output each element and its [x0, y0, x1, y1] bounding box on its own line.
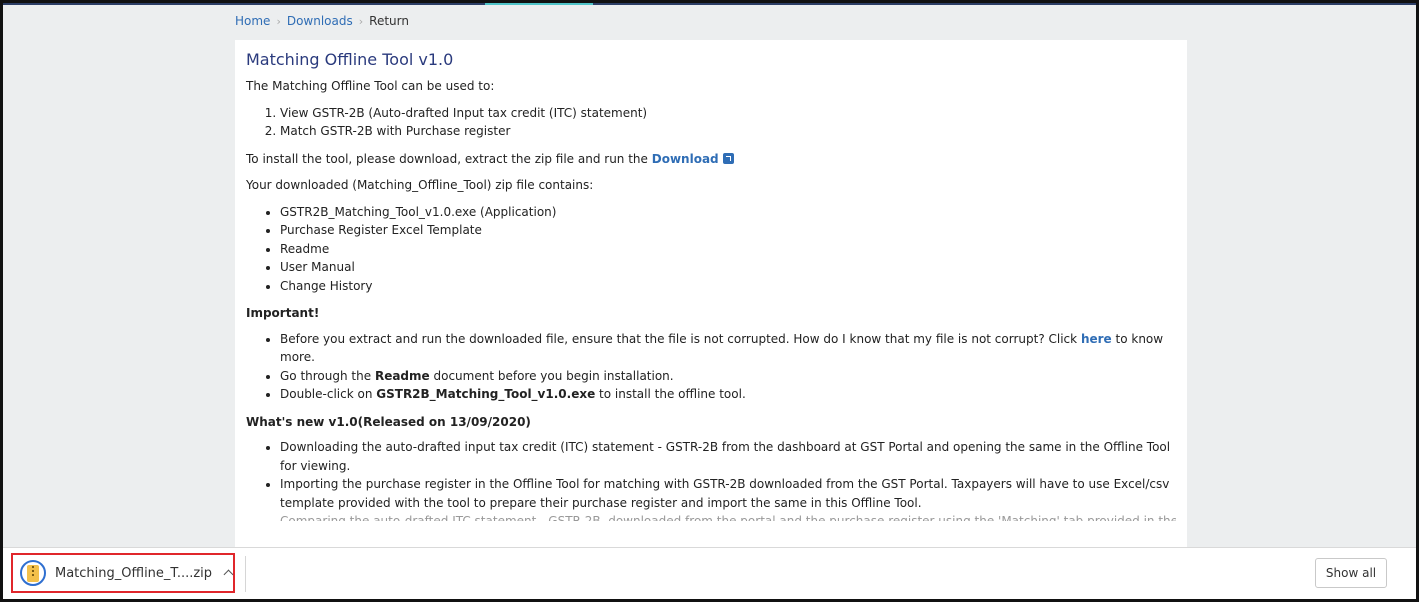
important-item-text: to install the offline tool.: [599, 387, 746, 401]
page-title: Matching Offline Tool v1.0: [246, 50, 454, 69]
here-link[interactable]: here: [1081, 332, 1112, 346]
header-strip: [3, 3, 1416, 5]
important-item-text: document before you begin installation.: [433, 368, 674, 383]
download-shelf: Matching_Offline_T....zip Show all: [3, 547, 1416, 599]
browser-viewport: Home › Downloads › Return Matching Offli…: [3, 3, 1416, 547]
breadcrumb: Home › Downloads › Return: [235, 14, 409, 28]
contains-text: Your downloaded (Matching_Offline_Tool) …: [246, 178, 594, 192]
install-instructions: To install the tool, please download, ex…: [246, 150, 1176, 169]
breadcrumb-separator-icon: ›: [276, 14, 281, 28]
list-item: View GSTR-2B (Auto-drafted Input tax cre…: [280, 104, 1176, 123]
download-file-name: Matching_Offline_T....zip: [55, 565, 213, 581]
list-item: Match GSTR-2B with Purchase register: [280, 122, 1176, 141]
breadcrumb-separator-icon: ›: [358, 14, 364, 28]
list-item: Before you extract and run the downloade…: [280, 330, 1176, 367]
breadcrumb-current: Return: [369, 14, 409, 28]
list-item: Readme: [280, 240, 1176, 259]
list-item: Downloading the auto-drafted input tax c…: [280, 438, 1176, 475]
whats-new-list: Downloading the auto-drafted input tax c…: [246, 438, 1176, 521]
important-item-text: Go through the: [280, 368, 372, 383]
chevron-up-icon[interactable]: [222, 566, 233, 580]
show-all-button[interactable]: Show all: [1315, 558, 1387, 588]
content-card: Matching Offline Tool v1.0 The Matching …: [235, 40, 1187, 547]
install-text: To install the tool, please download, ex…: [246, 151, 648, 166]
breadcrumb-downloads[interactable]: Downloads: [287, 14, 353, 28]
header-active-indicator: [485, 3, 593, 5]
download-link[interactable]: Download: [652, 152, 719, 166]
breadcrumb-home[interactable]: Home: [235, 14, 270, 28]
list-item: Comparing the auto-drafted ITC statement…: [280, 512, 1176, 521]
important-heading: Important!: [246, 306, 320, 320]
exe-name-bold: GSTR2B_Matching_Tool_v1.0.exe: [376, 387, 596, 401]
uses-list: View GSTR-2B (Auto-drafted Input tax cre…: [246, 104, 1176, 141]
important-list: Before you extract and run the downloade…: [246, 330, 1176, 404]
list-item: Purchase Register Excel Template: [280, 221, 1176, 240]
intro-text: The Matching Offline Tool can be used to…: [246, 79, 495, 93]
readme-bold: Readme: [374, 368, 430, 383]
download-item[interactable]: Matching_Offline_T....zip: [11, 553, 235, 593]
list-item: Go through the Readme document before yo…: [280, 367, 1176, 386]
list-item: User Manual: [280, 258, 1176, 277]
divider: [245, 556, 246, 592]
important-item-text: Before you extract and run the downloade…: [280, 331, 1078, 346]
list-item: Double-click on GSTR2B_Matching_Tool_v1.…: [280, 385, 1176, 404]
list-item: Change History: [280, 277, 1176, 296]
important-item-text: Double-click on: [280, 387, 373, 401]
list-item: Importing the purchase register in the O…: [280, 475, 1176, 512]
external-link-icon[interactable]: [722, 152, 734, 164]
contents-list: GSTR2B_Matching_Tool_v1.0.exe (Applicati…: [246, 203, 1176, 296]
whats-new-heading: What's new v1.0(Released on 13/09/2020): [246, 414, 531, 429]
list-item: GSTR2B_Matching_Tool_v1.0.exe (Applicati…: [280, 203, 1176, 222]
zip-file-icon: [20, 560, 46, 586]
